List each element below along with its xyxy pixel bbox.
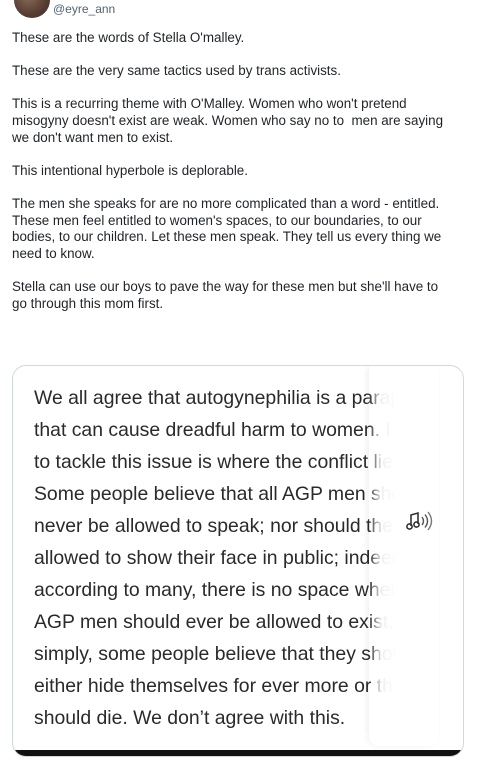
tweet-paragraph: Stella can use our boys to pave the way …: [12, 278, 439, 311]
tweet-header: @eyre_ann: [0, 0, 478, 20]
audio-speaker-icon[interactable]: [403, 506, 437, 536]
reading-overlay-panel: [369, 366, 439, 746]
audio-speaker-glyph: [406, 511, 433, 531]
quote-image-card[interactable]: We all agree that autogynephilia is a pa…: [12, 365, 464, 757]
quote-image: We all agree that autogynephilia is a pa…: [13, 366, 463, 750]
tweet-paragraph: These are the words of Stella O'malley.: [12, 30, 245, 45]
tweet-paragraph: The men she speaks for are no more compl…: [12, 195, 442, 261]
tweet-paragraph: This intentional hyperbole is deplorable…: [12, 162, 248, 178]
tweet-text: These are the words of Stella O'malley. …: [12, 30, 468, 329]
card-bottom-bar: [13, 750, 463, 756]
tweet-paragraph: This is a recurring theme with O'Malley.…: [12, 96, 444, 145]
tweet-paragraph: These are the very same tactics used by …: [12, 63, 341, 79]
author-handle[interactable]: @eyre_ann: [53, 2, 115, 16]
avatar[interactable]: [14, 0, 50, 18]
